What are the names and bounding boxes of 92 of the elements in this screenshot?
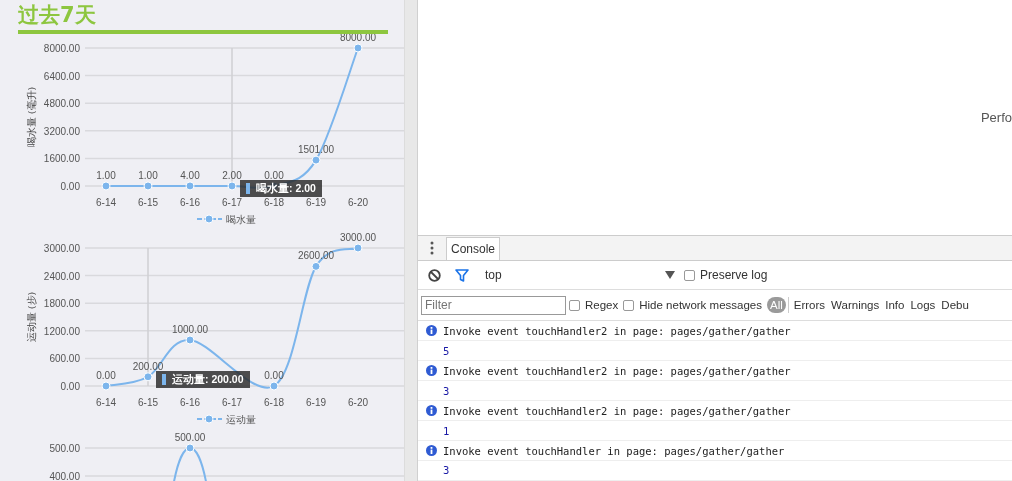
data-point [185, 443, 195, 453]
legend-label[interactable]: 喝水量 [226, 214, 256, 225]
y-tick-label: 0.00 [60, 181, 80, 192]
log-message: Invoke event touchHandler2 in page: pages/gather/gather [443, 324, 791, 337]
log-value: 5 [443, 344, 450, 357]
log-level-button[interactable]: Errors [790, 297, 829, 314]
x-tick-label: 6-15 [138, 397, 158, 408]
x-tick-label: 6-14 [96, 397, 116, 408]
filter-icon[interactable] [455, 268, 469, 282]
data-point [311, 155, 321, 165]
console-tab[interactable]: Console [446, 237, 501, 261]
info-icon [426, 445, 437, 456]
x-tick-label: 6-15 [138, 197, 158, 208]
y-tick-label: 600.00 [49, 353, 80, 365]
y-tick-label: 2400.00 [43, 270, 80, 282]
x-tick-label: 6-16 [180, 397, 200, 408]
x-tick-label: 6-19 [306, 197, 326, 208]
clear-console-icon[interactable] [428, 268, 441, 282]
legend-icon [196, 214, 223, 224]
data-point [185, 335, 195, 345]
checkbox[interactable] [623, 299, 635, 311]
data-label: 8000.00 [339, 34, 377, 43]
filter-field[interactable]: Filter [421, 295, 566, 315]
y-tick-label: 1800.00 [43, 298, 80, 310]
x-tick-label: 6-18 [264, 197, 284, 208]
log-message: Invoke event touchHandler2 in page: pages/gather/gather [443, 404, 791, 417]
data-point [269, 381, 279, 391]
checkbox-label: Preserve log [700, 268, 768, 283]
checkbox-label: Regex [585, 299, 619, 312]
log-level-button[interactable]: Info [882, 297, 908, 314]
data-label: 3000.00 [339, 233, 377, 243]
legend-icon [196, 414, 223, 424]
x-tick-label: 6-14 [96, 197, 116, 208]
log-message: Invoke event touchHandler2 in page: pages/gather/gather [443, 364, 791, 377]
x-tick-label: 6-18 [264, 397, 284, 408]
data-label: 4.00 [180, 169, 200, 181]
checkbox[interactable] [684, 269, 695, 281]
y-tick-label: 1600.00 [43, 153, 80, 165]
log-message: Invoke event touchHandler in page: pages/gather/gather [443, 444, 785, 457]
data-point [185, 181, 195, 191]
x-tick-label: 6-20 [348, 197, 368, 208]
legend-label[interactable]: 运动量 [226, 414, 256, 425]
preview-text: Perfo [980, 109, 1012, 125]
log-value: 3 [443, 464, 450, 477]
y-tick-label: 500.00 [49, 443, 80, 454]
data-label: 0.00 [264, 170, 284, 181]
data-point [101, 181, 111, 191]
y-tick-label: 0.00 [60, 381, 80, 392]
x-tick-label: 6-17 [222, 397, 242, 408]
y-tick-label: 400.00 [49, 471, 80, 481]
chart-tooltip: 喝水量: 2.00 [240, 179, 322, 197]
chart-tooltip: 运动量: 200.00 [156, 370, 250, 388]
log-level-button[interactable]: Logs [907, 297, 939, 314]
data-point [353, 43, 363, 53]
x-tick-label: 6-19 [306, 397, 326, 408]
data-point [143, 372, 153, 382]
y-tick-label: 6400.00 [43, 70, 80, 82]
x-tick-label: 6-17 [222, 197, 242, 208]
data-point [101, 381, 111, 391]
y-tick-label: 1200.00 [43, 325, 80, 337]
section-title: 过去7天 [18, 2, 97, 29]
data-point [227, 181, 237, 191]
y-tick-label: 3000.00 [43, 243, 80, 254]
data-label: 1.00 [138, 170, 158, 181]
data-label: 1.00 [96, 170, 116, 181]
info-icon [426, 325, 437, 337]
data-label: 500.00 [174, 433, 206, 443]
data-label: 2.00 [222, 169, 242, 181]
checkbox-label: Hide network messages [639, 299, 762, 312]
data-point [353, 243, 363, 253]
log-level-button[interactable]: Debu [938, 297, 972, 314]
checkbox[interactable] [569, 299, 580, 311]
data-label: 0.00 [96, 370, 116, 381]
context-selector[interactable]: top [485, 268, 502, 283]
y-tick-label: 4800.00 [43, 98, 80, 110]
log-value: 3 [443, 384, 450, 397]
axis-title: 喝水量 (毫升) [26, 86, 37, 148]
dropdown-icon[interactable] [665, 271, 675, 280]
info-icon [426, 405, 437, 417]
more-icon[interactable] [430, 240, 434, 255]
data-point [143, 181, 153, 191]
log-value: 1 [443, 424, 450, 437]
log-level-button[interactable]: Warnings [828, 297, 883, 314]
axis-title: 运动量 (步) [26, 291, 37, 343]
info-icon [426, 365, 437, 377]
data-label: 1000.00 [171, 324, 209, 335]
data-point [311, 261, 321, 271]
x-tick-label: 6-20 [348, 397, 368, 408]
y-tick-label: 3200.00 [43, 125, 80, 137]
x-tick-label: 6-16 [180, 197, 200, 208]
line-series [172, 447, 208, 481]
y-tick-label: 8000.00 [43, 43, 80, 54]
